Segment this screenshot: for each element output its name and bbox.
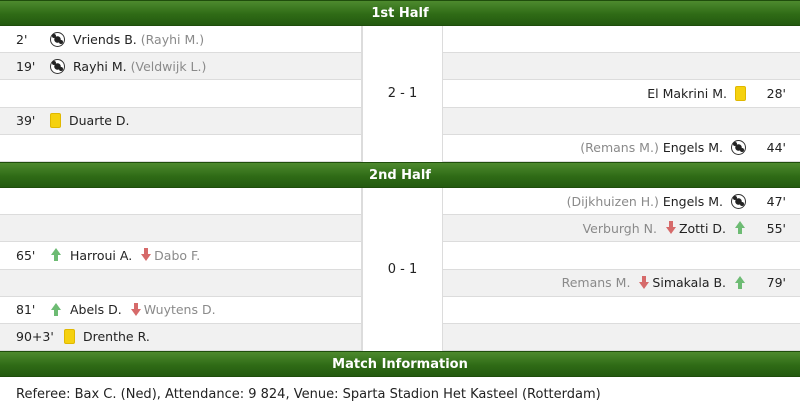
home-event <box>0 134 362 161</box>
sub-in-arrow-icon <box>734 221 746 235</box>
event-minute: 28' <box>766 85 786 101</box>
player-out-name[interactable]: Dabo F. <box>154 248 200 263</box>
event-minute: 55' <box>766 220 786 236</box>
away-event <box>442 242 800 269</box>
sub-in-arrow-icon <box>50 302 62 317</box>
away-event: Verburgh N. Zotti D. 55' <box>442 215 800 242</box>
event-minute: 81' <box>16 302 36 318</box>
event-minute: 2' <box>16 31 28 47</box>
first-half-header: 1st Half <box>0 0 800 26</box>
away-event <box>442 323 800 351</box>
sub-out-arrow-icon <box>638 275 650 290</box>
home-event: 19' Rayhi M. (Veldwijk L.) <box>0 53 362 80</box>
second-half-events: (Dijkhuizen H.) Engels M. 47' Verburgh N… <box>0 187 800 352</box>
home-event: 81' Abels D. Wuytens D. <box>0 296 362 323</box>
event-minute: 47' <box>766 193 786 209</box>
ball-icon <box>50 58 65 74</box>
away-event <box>442 53 800 80</box>
second-half-score: 0 - 1 <box>362 187 443 352</box>
player-in-name[interactable]: Zotti D. <box>679 221 726 236</box>
yellow-card-icon <box>50 113 61 129</box>
assist-name[interactable]: (Dijkhuizen H.) <box>567 194 659 209</box>
away-event: (Remans M.) Engels M. 44' <box>442 134 800 161</box>
player-out-name[interactable]: Wuytens D. <box>144 302 216 317</box>
ball-icon <box>731 140 746 156</box>
home-event <box>0 269 362 296</box>
home-event: 2' Vriends B. (Rayhi M.) <box>0 26 362 53</box>
event-minute: 44' <box>766 140 786 156</box>
scorer-name[interactable]: Engels M. <box>663 140 723 155</box>
event-minute: 90+3' <box>16 329 54 345</box>
assist-name[interactable]: (Rayhi M.) <box>141 32 204 47</box>
away-event: (Dijkhuizen H.) Engels M. 47' <box>442 187 800 215</box>
away-event: El Makrini M. 28' <box>442 80 800 107</box>
player-in-name[interactable]: Abels D. <box>70 302 122 317</box>
second-half-header: 2nd Half <box>0 161 800 188</box>
assist-name[interactable]: (Veldwijk L.) <box>131 59 207 74</box>
booked-player-name[interactable]: El Makrini M. <box>647 86 727 101</box>
assist-name[interactable]: (Remans M.) <box>580 140 659 155</box>
sub-out-arrow-icon <box>130 302 142 317</box>
player-out-name[interactable]: Verburgh N. <box>583 221 657 236</box>
home-event <box>0 80 362 107</box>
sub-out-arrow-icon <box>140 248 152 262</box>
ball-icon <box>50 31 65 47</box>
yellow-card-icon <box>735 85 746 101</box>
scorer-name[interactable]: Vriends B. <box>73 32 137 47</box>
booked-player-name[interactable]: Duarte D. <box>69 113 130 128</box>
scorer-name[interactable]: Engels M. <box>663 194 723 209</box>
player-in-name[interactable]: Harroui A. <box>70 248 132 263</box>
ball-icon <box>731 193 746 209</box>
match-report: 1st Half 2' Vriends B. (Rayhi M.) 19' Ra… <box>0 0 800 419</box>
event-minute: 65' <box>16 247 36 263</box>
event-minute: 39' <box>16 113 36 129</box>
away-event <box>442 107 800 134</box>
away-event: Remans M. Simakala B. 79' <box>442 269 800 296</box>
away-event <box>442 26 800 53</box>
first-half-events: 2' Vriends B. (Rayhi M.) 19' Rayhi M. (V… <box>0 26 800 162</box>
scorer-name[interactable]: Rayhi M. <box>73 59 127 74</box>
event-minute: 19' <box>16 58 36 74</box>
home-event <box>0 215 362 242</box>
player-out-name[interactable]: Remans M. <box>562 275 631 290</box>
booked-player-name[interactable]: Drenthe R. <box>83 329 150 344</box>
home-event: 65' Harroui A. Dabo F. <box>0 242 362 269</box>
home-event <box>0 187 362 215</box>
first-half-score: 2 - 1 <box>362 26 443 162</box>
player-in-name[interactable]: Simakala B. <box>652 275 726 290</box>
away-event <box>442 296 800 323</box>
event-minute: 79' <box>766 275 786 291</box>
sub-out-arrow-icon <box>665 221 677 235</box>
match-info-header: Match Information <box>0 351 800 378</box>
yellow-card-icon <box>64 329 75 345</box>
match-info-text: Referee: Bax C. (Ned), Attendance: 9 824… <box>0 377 800 412</box>
sub-in-arrow-icon <box>50 248 62 262</box>
home-event: 90+3' Drenthe R. <box>0 323 362 351</box>
sub-in-arrow-icon <box>734 275 746 290</box>
home-event: 39' Duarte D. <box>0 107 362 134</box>
